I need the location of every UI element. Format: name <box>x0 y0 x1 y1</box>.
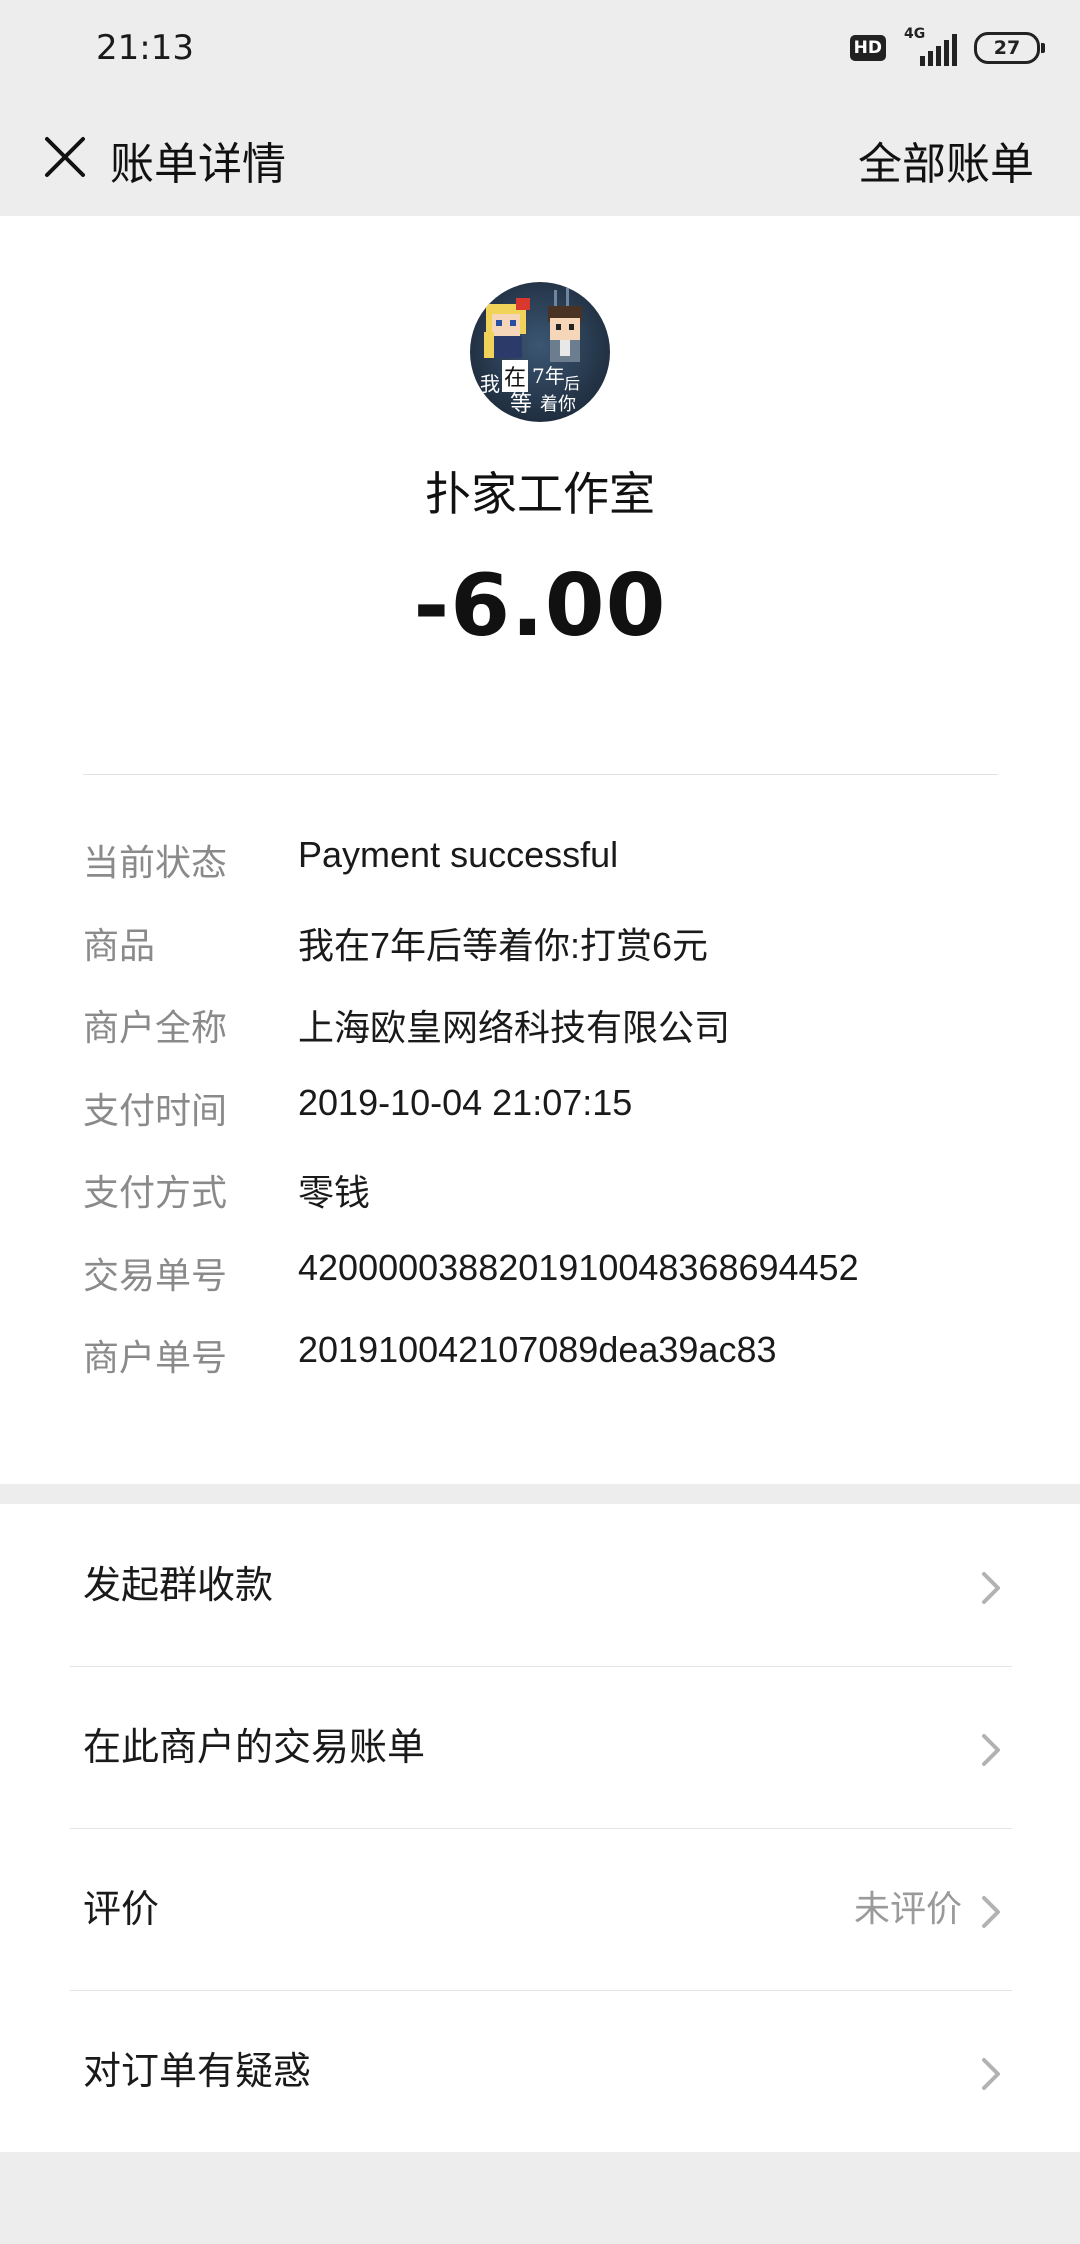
status-bar: 21:13 HD 4G 27 <box>0 0 1080 98</box>
detail-row-merchant-order-id: 商户单号 201910042107089dea39ac83 <box>83 1329 1043 1412</box>
detail-row-product: 商品 我在7年后等着你:打赏6元 <box>83 917 1043 1000</box>
detail-row-pay-method: 支付方式 零钱 <box>83 1164 1043 1247</box>
close-button[interactable] <box>30 122 100 192</box>
action-menu: 发起群收款 在此商户的交易账单 评价 未评价 对订单有疑惑 <box>0 1504 1080 2152</box>
battery-level: 27 <box>993 37 1021 59</box>
avatar-text-6: 着你 <box>540 394 576 415</box>
detail-value: 我在7年后等着你:打赏6元 <box>298 924 709 966</box>
detail-value: 上海欧皇网络科技有限公司 <box>298 1007 731 1048</box>
detail-value: 2019-10-04 21:07:15 <box>298 1081 633 1123</box>
merchant-name: 扑家工作室 <box>425 467 655 521</box>
chevron-right-icon <box>982 1896 1000 1928</box>
menu-item-label: 对订单有疑惑 <box>83 2049 312 2093</box>
detail-value: 4200000388201910048368694452 <box>298 1246 859 1288</box>
detail-label: 当前状态 <box>83 843 228 884</box>
detail-row-status: 当前状态 Payment successful <box>83 834 1043 917</box>
menu-item-review[interactable]: 评价 未评价 <box>0 1828 1080 1990</box>
chevron-right-icon <box>982 1572 1000 1604</box>
detail-label: 商户全称 <box>83 1008 228 1049</box>
chevron-right-icon <box>982 2058 1000 2090</box>
detail-label: 交易单号 <box>83 1255 228 1297</box>
page-title: 账单详情 <box>110 139 286 190</box>
menu-item-order-question[interactable]: 对订单有疑惑 <box>0 1990 1080 2152</box>
close-icon <box>45 137 85 177</box>
divider <box>83 774 998 775</box>
menu-item-merchant-bills[interactable]: 在此商户的交易账单 <box>0 1666 1080 1828</box>
hd-icon: HD <box>849 35 886 61</box>
status-icons: HD 4G 27 <box>849 26 1045 68</box>
merchant-avatar: 我 在 7年 后 等 着你 <box>470 282 610 422</box>
detail-label: 支付时间 <box>83 1090 228 1132</box>
payment-amount: -6.00 <box>413 556 667 656</box>
menu-item-group-collect[interactable]: 发起群收款 <box>0 1504 1080 1666</box>
status-time: 21:13 <box>96 28 194 68</box>
battery-icon: 27 <box>974 32 1045 64</box>
signal-icon: 4G <box>900 26 960 66</box>
menu-item-label: 在此商户的交易账单 <box>83 1725 426 1769</box>
avatar-caption: 我 在 7年 后 等 着你 <box>470 360 610 422</box>
detail-value: Payment successful <box>298 834 619 875</box>
detail-label: 商户单号 <box>83 1338 228 1379</box>
nav-bar: 账单详情 全部账单 <box>0 98 1080 216</box>
detail-row-transaction-id: 交易单号 4200000388201910048368694452 <box>83 1247 1043 1330</box>
bill-detail-card: 我 在 7年 后 等 着你 扑家工作室 -6.00 当前状态 Payment s… <box>0 216 1080 1484</box>
all-bills-link[interactable]: 全部账单 <box>858 128 1034 192</box>
menu-item-label: 评价 <box>83 1887 160 1931</box>
detail-value: 零钱 <box>298 1172 371 1213</box>
detail-row-merchant-fullname: 商户全称 上海欧皇网络科技有限公司 <box>83 999 1043 1082</box>
detail-label: 支付方式 <box>83 1173 228 1214</box>
chevron-right-icon <box>982 1734 1000 1766</box>
review-status: 未评价 <box>853 1889 962 1930</box>
avatar-text-3: 7年 <box>532 364 565 388</box>
avatar-text-1: 我 <box>480 372 500 396</box>
detail-value: 201910042107089dea39ac83 <box>298 1329 777 1370</box>
detail-label: 商品 <box>83 925 156 967</box>
avatar-text-5: 等 <box>510 392 533 417</box>
bottom-spacer <box>0 2152 1080 2244</box>
detail-row-pay-time: 支付时间 2019-10-04 21:07:15 <box>83 1082 1043 1165</box>
detail-list: 当前状态 Payment successful 商品 我在7年后等着你:打赏6元… <box>83 834 1043 1412</box>
menu-item-label: 发起群收款 <box>83 1563 274 1607</box>
